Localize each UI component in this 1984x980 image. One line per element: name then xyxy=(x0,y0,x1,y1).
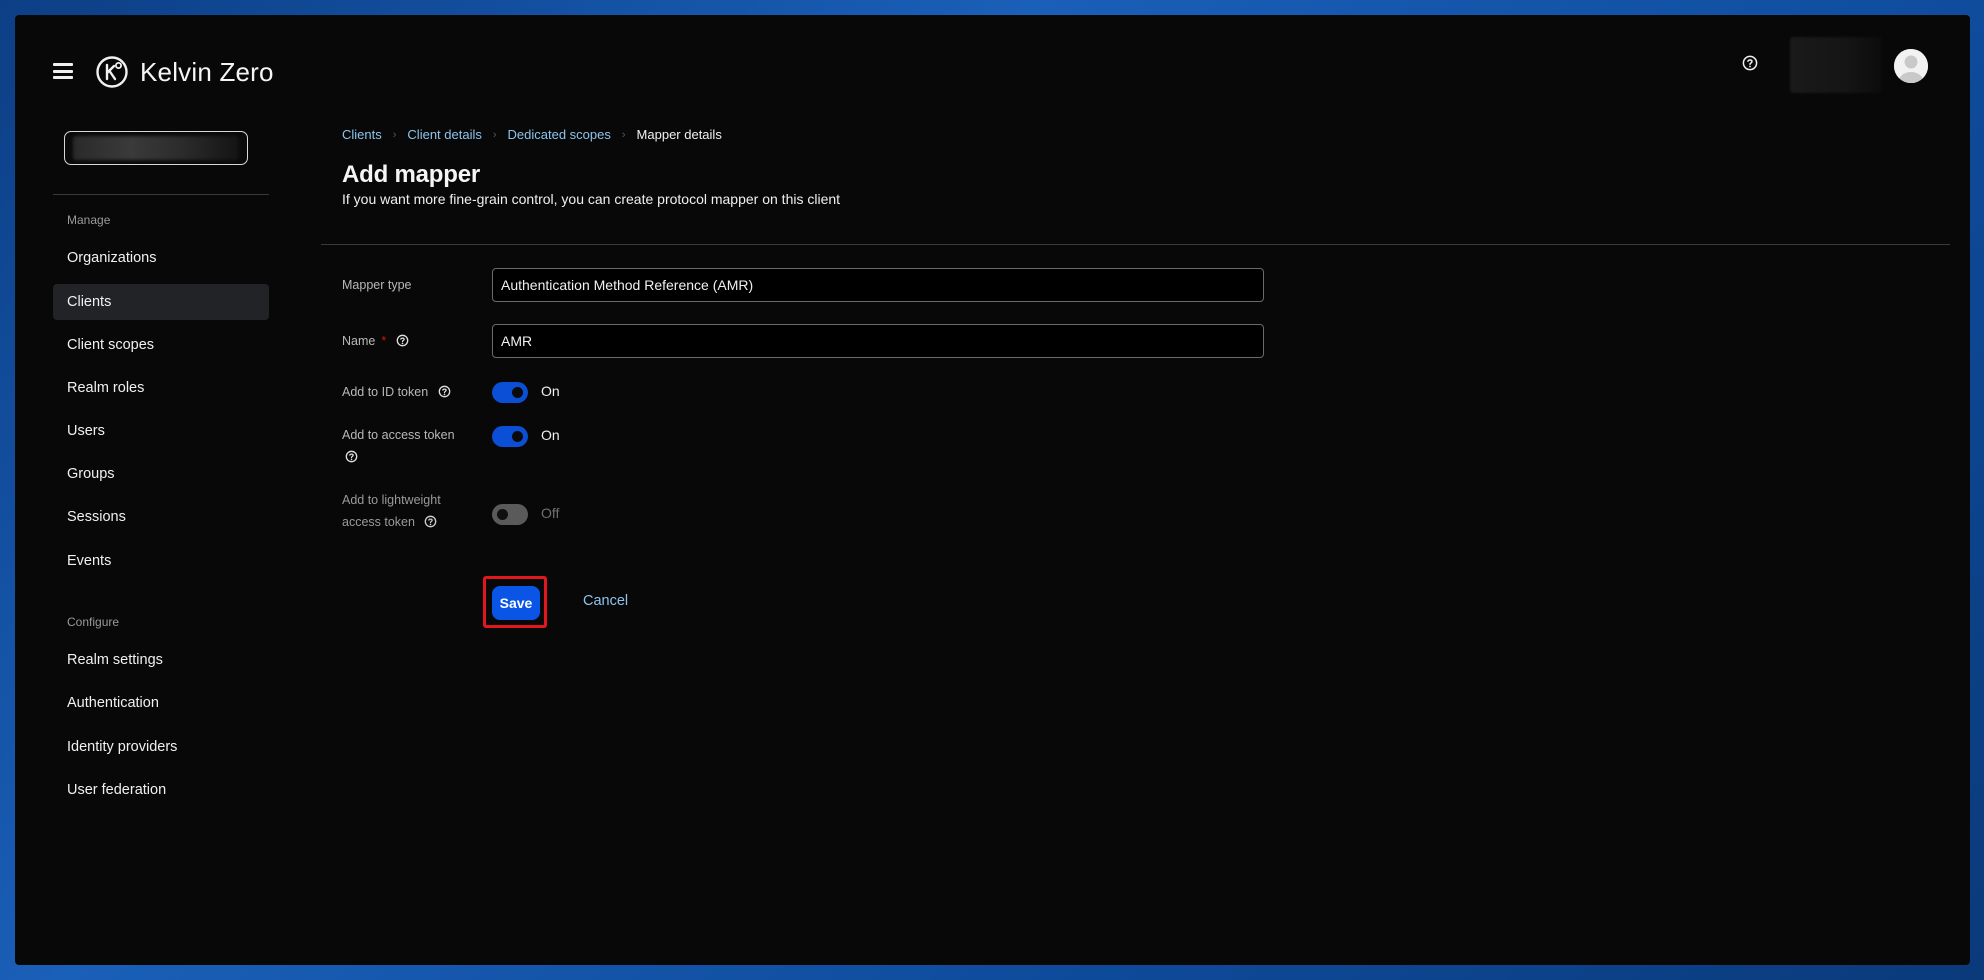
kelvin-zero-logo-icon xyxy=(96,56,128,88)
mapper-type-field[interactable] xyxy=(492,268,1264,302)
brand-logo[interactable]: Kelvin Zero xyxy=(95,55,274,89)
sidebar-item-groups[interactable]: Groups xyxy=(53,456,269,492)
sidebar-item-identity-providers[interactable]: Identity providers xyxy=(53,729,269,765)
sidebar-item-clients[interactable]: Clients xyxy=(53,284,269,320)
sidebar-item-label: Users xyxy=(67,423,105,439)
add-to-id-token-label: Add to ID token xyxy=(342,381,451,403)
nav-section-configure: Configure xyxy=(67,615,120,629)
add-to-lightweight-access-token-state: Off xyxy=(541,505,560,521)
help-icon[interactable] xyxy=(345,450,358,463)
user-avatar[interactable] xyxy=(1894,49,1928,83)
sidebar-item-realm-roles[interactable]: Realm roles xyxy=(53,370,269,406)
cancel-button[interactable]: Cancel xyxy=(583,593,628,609)
add-to-access-token-state: On xyxy=(541,427,560,443)
sidebar-item-organizations[interactable]: Organizations xyxy=(53,240,269,276)
breadcrumb-separator-icon: › xyxy=(492,128,497,141)
sidebar-item-sessions[interactable]: Sessions xyxy=(53,499,269,535)
masthead: Kelvin Zero xyxy=(15,15,1970,103)
sidebar-item-label: Clients xyxy=(67,294,112,310)
add-to-lightweight-access-token-label: Add to lightweight access token xyxy=(342,493,441,529)
breadcrumb-dedicated-scopes[interactable]: Dedicated scopes xyxy=(508,127,611,142)
add-to-access-token-label: Add to access token xyxy=(342,424,455,468)
user-name-redacted[interactable] xyxy=(1790,37,1882,93)
breadcrumb-current: Mapper details xyxy=(636,127,722,142)
nav-section-manage: Manage xyxy=(67,213,111,227)
sidebar-item-label: Realm settings xyxy=(67,652,163,668)
sidebar-item-label: Events xyxy=(67,553,112,569)
sidebar-item-label: Identity providers xyxy=(67,739,178,755)
page-divider xyxy=(321,244,1950,245)
sidebar-item-user-federation[interactable]: User federation xyxy=(53,772,269,808)
sidebar-item-label: Organizations xyxy=(67,250,157,266)
breadcrumb-separator-icon: › xyxy=(392,128,397,141)
realm-name-redacted xyxy=(73,136,239,160)
page-title: Add mapper xyxy=(342,161,481,188)
sidebar-item-label: Groups xyxy=(67,466,115,482)
name-label: Name * xyxy=(342,330,409,352)
save-button[interactable]: Save xyxy=(492,586,540,620)
breadcrumb-clients[interactable]: Clients xyxy=(342,127,382,142)
sidebar-item-realm-settings[interactable]: Realm settings xyxy=(53,642,269,678)
add-to-access-token-toggle[interactable] xyxy=(492,426,528,447)
required-marker: * xyxy=(381,334,387,348)
sidebar-item-label: Authentication xyxy=(67,695,159,711)
realm-selector[interactable] xyxy=(64,131,248,165)
sidebar-item-label: Realm roles xyxy=(67,380,145,396)
name-input[interactable] xyxy=(492,324,1264,358)
add-to-id-token-state: On xyxy=(541,383,560,399)
mapper-type-label: Mapper type xyxy=(342,278,412,292)
brand-name: Kelvin Zero xyxy=(140,56,274,87)
breadcrumb-separator-icon: › xyxy=(621,128,626,141)
sidebar-item-label: Sessions xyxy=(67,509,126,525)
page-subtitle: If you want more fine-grain control, you… xyxy=(342,191,841,207)
sidebar-item-users[interactable]: Users xyxy=(53,413,269,449)
app-window: Kelvin Zero Manage Organizations Clients… xyxy=(15,15,1970,965)
add-to-lightweight-access-token-toggle[interactable] xyxy=(492,504,528,525)
sidebar-item-authentication[interactable]: Authentication xyxy=(53,685,269,721)
add-to-id-token-toggle[interactable] xyxy=(492,382,528,403)
sidebar-item-label: Client scopes xyxy=(67,337,155,353)
sidebar-divider xyxy=(53,194,269,195)
help-icon[interactable] xyxy=(438,385,451,398)
help-icon[interactable] xyxy=(424,515,437,528)
avatar-icon xyxy=(1894,49,1928,83)
breadcrumb-client-details[interactable]: Client details xyxy=(407,127,481,142)
sidebar-item-client-scopes[interactable]: Client scopes xyxy=(53,327,269,363)
sidebar-item-label: User federation xyxy=(67,782,167,798)
sidebar-item-events[interactable]: Events xyxy=(53,543,269,579)
breadcrumb: Clients › Client details › Dedicated sco… xyxy=(342,127,722,142)
help-icon[interactable] xyxy=(396,334,409,347)
hamburger-menu-icon[interactable] xyxy=(53,63,73,79)
help-icon[interactable] xyxy=(1742,55,1758,71)
